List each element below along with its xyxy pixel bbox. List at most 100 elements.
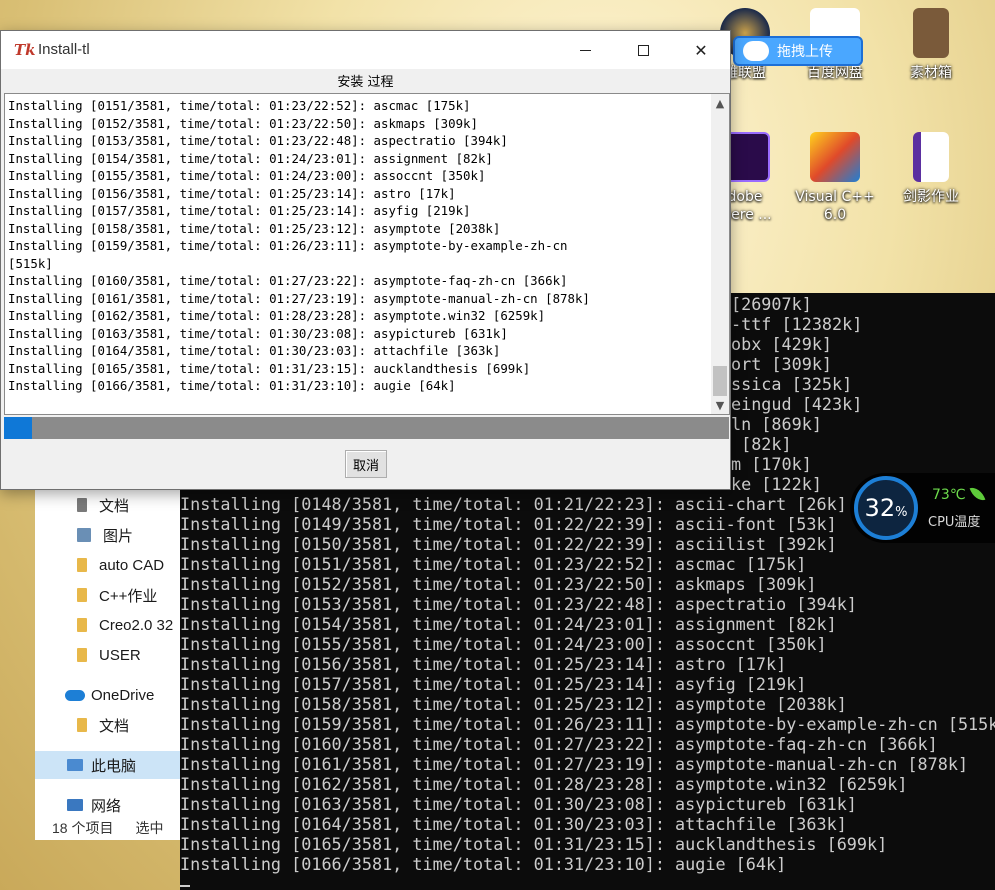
- log-line: Installing [0163/3581, time/total: 01:30…: [8, 325, 508, 341]
- nav-item-label: 文档: [99, 717, 130, 735]
- nav-item-cpp-homework[interactable]: C++作业: [35, 581, 180, 609]
- cpu-usage-ring: 32 %: [854, 476, 918, 540]
- nav-item-user[interactable]: USER: [35, 641, 180, 669]
- log-line: Installing [0152/3581, time/total: 01:23…: [8, 115, 478, 131]
- terminal-line: ort [309k]: [731, 354, 833, 374]
- nav-item-onedrive[interactable]: OneDrive: [35, 681, 180, 709]
- nav-item-label: Creo2.0 32: [99, 616, 174, 634]
- terminal-line: [26907k]: [731, 294, 812, 314]
- terminal-line: Installing [0150/3581, time/total: 01:22…: [180, 534, 837, 554]
- progress-fill: [4, 417, 32, 439]
- nav-item-documents[interactable]: 文档: [35, 491, 180, 519]
- close-icon: ✕: [694, 40, 708, 60]
- log-line: Installing [0166/3581, time/total: 01:31…: [8, 378, 456, 393]
- cpu-temperature: 73℃: [932, 487, 966, 503]
- upload-tooltip-label: 拖拽上传: [777, 44, 833, 60]
- log-line: Installing [0165/3581, time/total: 01:31…: [8, 360, 531, 376]
- log-line: [515k]: [8, 255, 53, 271]
- desktop-icon-homework[interactable]: 剑影作业: [886, 132, 976, 206]
- terminal-line: ke [122k]: [731, 474, 822, 494]
- nav-item-onedrive-documents[interactable]: 文档: [35, 711, 180, 739]
- terminal-line: -ttf [12382k]: [731, 314, 863, 334]
- log-line: Installing [0157/3581, time/total: 01:25…: [8, 203, 471, 218]
- folder-icon: [77, 588, 87, 602]
- desktop-icon-label: Visual C++ 6.0: [795, 189, 875, 223]
- nav-item-label: 网络: [91, 797, 122, 815]
- cloud-upload-icon: [743, 41, 769, 61]
- nav-item-pictures[interactable]: 图片: [35, 521, 180, 549]
- title-bar[interactable]: Tk Install-tl ✕: [1, 31, 730, 69]
- log-line: Installing [0151/3581, time/total: 01:23…: [8, 98, 471, 113]
- terminal-line: Installing [0158/3581, time/total: 01:25…: [180, 694, 847, 714]
- terminal-line: Installing [0148/3581, time/total: 01:21…: [180, 494, 847, 514]
- picture-icon: [77, 528, 91, 542]
- terminal-line: Installing [0151/3581, time/total: 01:23…: [180, 554, 807, 574]
- desktop-icon-vc6[interactable]: Visual C++ 6.0: [790, 132, 880, 224]
- nav-item-creo[interactable]: Creo2.0 32: [35, 611, 180, 639]
- terminal-line: eingud [423k]: [731, 394, 863, 414]
- terminal-line: Installing [0155/3581, time/total: 01:24…: [180, 634, 827, 654]
- nav-item-autocad[interactable]: auto CAD: [35, 551, 180, 579]
- desktop-icon-label: 素材箱: [910, 65, 952, 81]
- minimize-icon: [579, 49, 591, 51]
- nav-item-label: C++作业: [99, 587, 158, 605]
- terminal-line: Installing [0157/3581, time/total: 01:25…: [180, 674, 807, 694]
- cpu-temperature-label: CPU温度: [928, 515, 981, 530]
- desktop-icon-label: 剑影作业: [903, 189, 959, 205]
- close-button[interactable]: ✕: [672, 31, 730, 69]
- log-scrollbar[interactable]: ▲ ▼: [711, 94, 729, 414]
- cpu-usage-unit: %: [895, 504, 908, 520]
- terminal-line: Installing [0149/3581, time/total: 01:22…: [180, 514, 837, 534]
- terminal-line: m [170k]: [731, 454, 812, 474]
- terminal-line: ln [869k]: [731, 414, 822, 434]
- log-line: Installing [0155/3581, time/total: 01:24…: [8, 168, 486, 183]
- terminal-line: Installing [0153/3581, time/total: 01:23…: [180, 594, 857, 614]
- log-line: Installing [0154/3581, time/total: 01:24…: [8, 150, 493, 166]
- nav-item-label: auto CAD: [99, 556, 165, 574]
- folder-icon: [77, 558, 87, 572]
- scroll-thumb[interactable]: [713, 366, 727, 396]
- terminal-line: Installing [0164/3581, time/total: 01:30…: [180, 814, 847, 834]
- log-line: Installing [0156/3581, time/total: 01:25…: [8, 185, 456, 201]
- nav-item-network[interactable]: 网络: [35, 791, 180, 819]
- material-box-icon: [913, 8, 949, 58]
- minimize-button[interactable]: [556, 31, 614, 69]
- log-line: Installing [0158/3581, time/total: 01:25…: [8, 220, 501, 236]
- install-tl-window[interactable]: Tk Install-tl ✕ 安装 过程 Installing [0151/3…: [0, 30, 731, 490]
- item-count: 18 个项目: [52, 820, 114, 836]
- terminal-line: ssica [325k]: [731, 374, 853, 394]
- terminal-line: Installing [0154/3581, time/total: 01:24…: [180, 614, 837, 634]
- cpu-monitor-widget[interactable]: 32 % 73℃ CPU温度: [850, 473, 995, 543]
- desktop-icon-label: 百度网盘: [807, 65, 863, 81]
- terminal-line: Installing [0152/3581, time/total: 01:23…: [180, 574, 817, 594]
- upload-tooltip[interactable]: 拖拽上传: [733, 36, 863, 66]
- log-line: Installing [0164/3581, time/total: 01:30…: [8, 343, 501, 358]
- maximize-icon: [637, 44, 649, 56]
- terminal-line: obx [429k]: [731, 334, 833, 354]
- maximize-button[interactable]: [614, 31, 672, 69]
- status-bar: 18 个项目 选中: [35, 816, 180, 840]
- log-line: Installing [0153/3581, time/total: 01:23…: [8, 133, 508, 148]
- network-icon: [67, 799, 83, 811]
- terminal-line: Installing [0160/3581, time/total: 01:27…: [180, 734, 938, 754]
- desktop-icon-material[interactable]: 素材箱: [886, 8, 976, 82]
- cloud-icon: [65, 689, 85, 701]
- nav-item-label: USER: [99, 646, 141, 664]
- scroll-up-icon[interactable]: ▲: [711, 94, 729, 112]
- install-log[interactable]: Installing [0151/3581, time/total: 01:23…: [4, 93, 730, 415]
- folder-icon: [77, 618, 87, 632]
- terminal-line: Installing [0161/3581, time/total: 01:27…: [180, 754, 969, 774]
- install-progress-bar: [4, 417, 729, 439]
- log-line: Installing [0159/3581, time/total: 01:26…: [8, 238, 568, 253]
- cancel-button[interactable]: 取消: [345, 450, 387, 478]
- file-explorer-nav-pane: 文档 图片 auto CAD C++作业 Creo2.0 32 USER One…: [35, 490, 180, 840]
- scroll-down-icon[interactable]: ▼: [711, 396, 729, 414]
- folder-icon: [77, 648, 87, 662]
- nav-item-this-pc[interactable]: 此电脑: [35, 751, 180, 779]
- terminal-line: Installing [0163/3581, time/total: 01:30…: [180, 794, 857, 814]
- premiere-project-icon: [913, 132, 949, 182]
- folder-icon: [77, 718, 87, 732]
- terminal-line: Installing [0159/3581, time/total: 01:26…: [180, 714, 995, 734]
- selection-status: 选中: [135, 820, 164, 836]
- leaf-icon: [969, 484, 986, 504]
